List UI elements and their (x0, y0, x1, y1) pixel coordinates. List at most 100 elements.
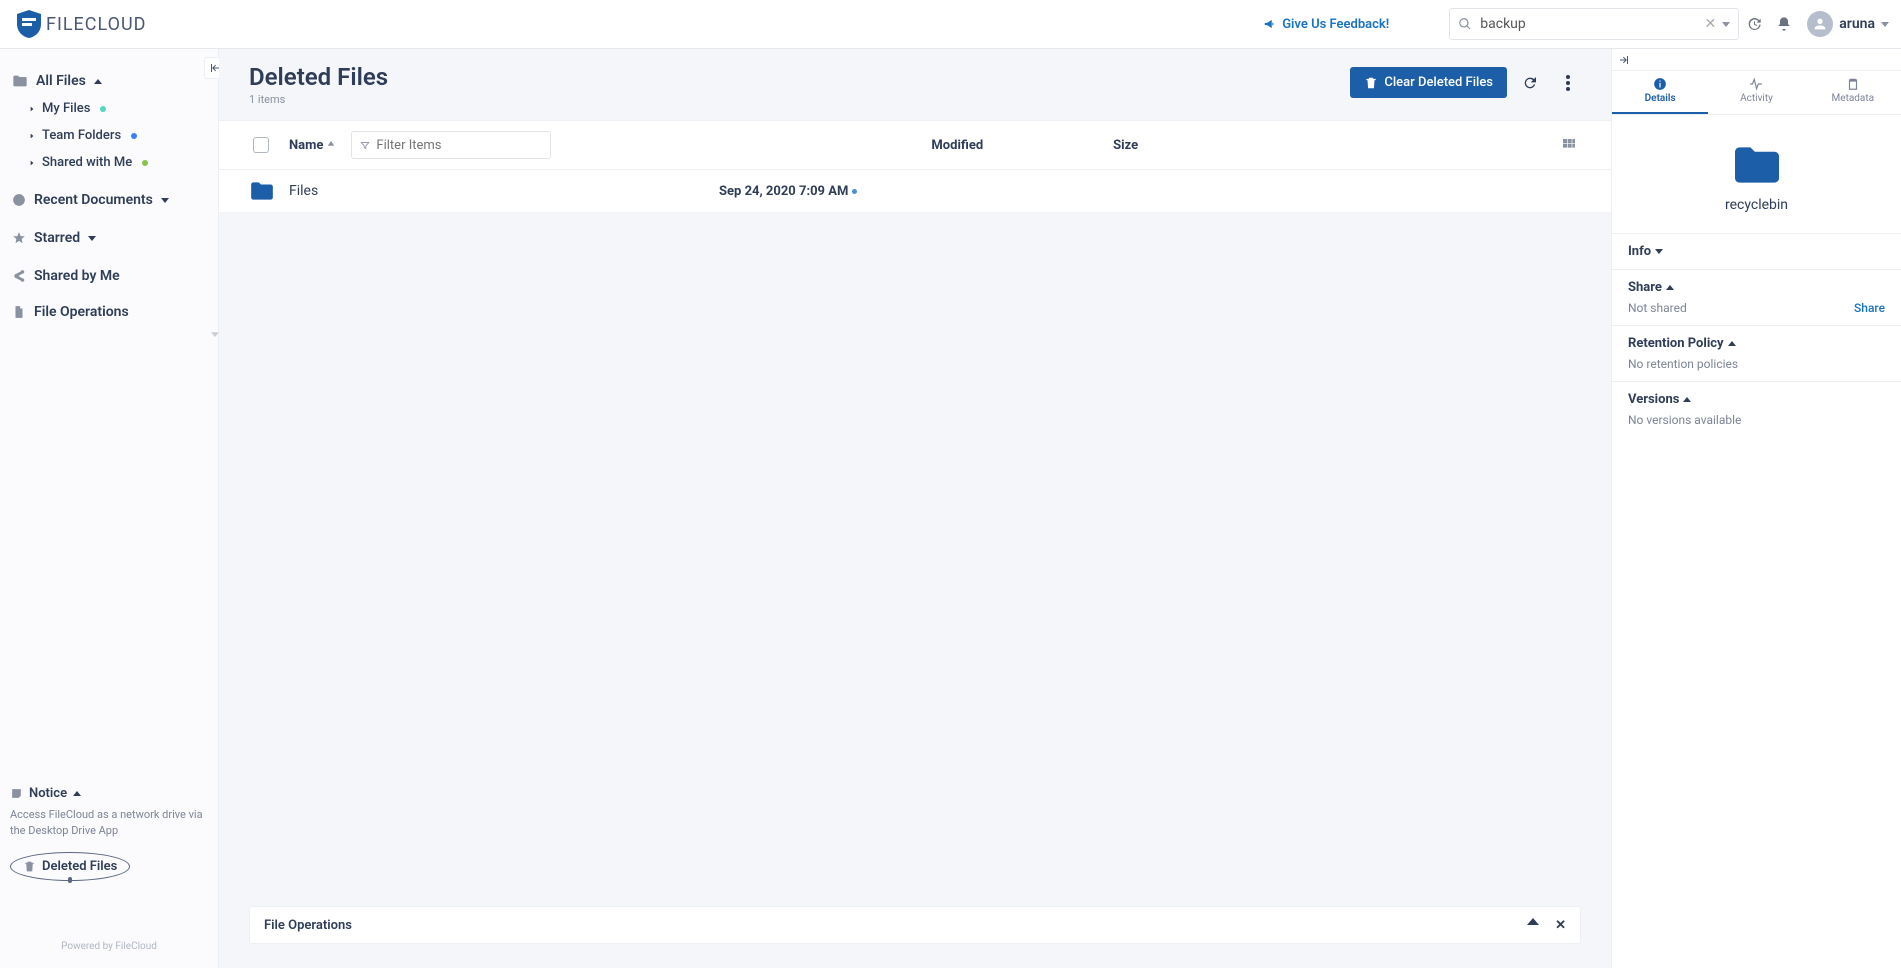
grid-view-toggle[interactable] (1561, 137, 1577, 153)
page-title: Deleted Files (249, 63, 1350, 91)
caret-down-icon (1655, 249, 1663, 254)
caret-up-icon (94, 79, 102, 84)
close-icon[interactable]: ✕ (1555, 918, 1566, 933)
sidebar-file-operations[interactable]: File Operations (10, 298, 206, 326)
feedback-link[interactable]: Give Us Feedback! (1263, 17, 1389, 32)
refresh-icon (1522, 75, 1538, 91)
refresh-button[interactable] (1515, 68, 1545, 98)
person-icon (1812, 16, 1828, 32)
row-modified: Sep 24, 2020 7:09 AM (719, 184, 857, 199)
search-icon (1458, 17, 1472, 31)
logo-text: FILECLOUD (46, 14, 146, 35)
more-options-button[interactable] (1553, 68, 1583, 98)
powered-by: Powered by FileCloud (10, 941, 208, 952)
collapse-right-icon (1618, 54, 1630, 66)
column-size[interactable]: Size (1113, 138, 1138, 153)
list-row[interactable]: Files Sep 24, 2020 7:09 AM (219, 170, 1611, 213)
search-clear-icon[interactable]: ✕ (1705, 16, 1717, 32)
sidebar: All Files My Files Team Folders Shared w… (0, 49, 219, 968)
tab-activity[interactable]: Activity (1708, 71, 1804, 114)
trash-icon (1364, 76, 1378, 90)
status-dot-icon (100, 106, 106, 112)
filter-icon (360, 139, 370, 152)
status-dot-icon (131, 133, 137, 139)
row-name: Files (289, 183, 719, 199)
chevron-down-icon (1881, 22, 1889, 27)
tab-metadata[interactable]: Metadata (1805, 71, 1901, 114)
search-history-icon (1746, 16, 1762, 32)
filter-input[interactable] (376, 138, 542, 153)
filter-box[interactable] (351, 131, 551, 159)
caret-up-icon (1683, 397, 1691, 402)
list-header: Name Modified Size (219, 121, 1611, 170)
sort-asc-icon (327, 141, 335, 149)
clear-deleted-button[interactable]: Clear Deleted Files (1350, 67, 1507, 98)
retention-status: No retention policies (1628, 357, 1738, 371)
column-name[interactable]: Name (289, 138, 335, 153)
search-dropdown-icon[interactable] (1722, 22, 1730, 27)
sidebar-all-files[interactable]: All Files (10, 67, 206, 95)
details-share-toggle[interactable]: Share (1628, 280, 1885, 295)
caret-up-icon (73, 791, 81, 796)
share-icon (12, 269, 26, 283)
caret-down-icon (161, 198, 169, 203)
scroll-indicator-icon (211, 329, 219, 337)
caret-down-icon (88, 236, 96, 241)
kebab-icon (1566, 75, 1570, 91)
share-status: Not shared (1628, 301, 1687, 315)
share-action-link[interactable]: Share (1854, 301, 1885, 315)
sidebar-recent[interactable]: Recent Documents (10, 186, 206, 214)
expand-icon[interactable] (1527, 918, 1539, 925)
note-icon (10, 787, 23, 800)
details-retention-toggle[interactable]: Retention Policy (1628, 336, 1885, 351)
search-box[interactable]: ✕ (1449, 8, 1739, 40)
grid-icon (1561, 137, 1577, 153)
star-icon (12, 231, 26, 245)
user-menu[interactable]: aruna (1807, 11, 1889, 37)
new-indicator-icon (852, 189, 857, 194)
logo-shield-icon (16, 9, 42, 39)
details-folder-name: recyclebin (1725, 197, 1788, 213)
versions-status: No versions available (1628, 413, 1741, 427)
bell-icon (1776, 16, 1792, 32)
caret-up-icon (1728, 341, 1736, 346)
item-count: 1 items (249, 93, 1350, 106)
details-collapse-button[interactable] (1612, 49, 1901, 71)
sidebar-notice[interactable]: Notice (10, 786, 208, 801)
chevron-right-icon (28, 159, 36, 167)
trash-icon (23, 860, 36, 873)
search-input[interactable] (1480, 16, 1696, 32)
status-dot-icon (142, 160, 148, 166)
notifications-button[interactable] (1769, 9, 1799, 39)
chevron-right-icon (28, 132, 36, 140)
main-content: Deleted Files 1 items Clear Deleted File… (219, 49, 1611, 968)
app-header: FILECLOUD Give Us Feedback! ✕ aruna (0, 0, 1901, 49)
sidebar-shared-with-me[interactable]: Shared with Me (10, 149, 206, 176)
folder-large-icon (1730, 143, 1784, 187)
sidebar-team-folders[interactable]: Team Folders (10, 122, 206, 149)
notice-text: Access FileCloud as a network drive via … (10, 807, 208, 838)
sidebar-my-files[interactable]: My Files (10, 95, 206, 122)
activity-icon (1749, 77, 1763, 91)
select-all-checkbox[interactable] (253, 137, 269, 153)
sidebar-starred[interactable]: Starred (10, 224, 206, 252)
details-info-toggle[interactable]: Info (1628, 244, 1885, 259)
folder-icon (249, 180, 275, 202)
caret-up-icon (1666, 285, 1674, 290)
column-modified[interactable]: Modified (931, 138, 983, 153)
sidebar-deleted-files[interactable]: Deleted Files (10, 852, 130, 881)
clock-icon (12, 193, 26, 207)
folder-icon (12, 74, 28, 88)
tab-details[interactable]: Details (1612, 71, 1708, 114)
details-panel: Details Activity Metadata recyclebin Inf… (1611, 49, 1901, 968)
logo: FILECLOUD (16, 9, 146, 39)
sidebar-shared-by-me[interactable]: Shared by Me (10, 262, 206, 290)
details-versions-toggle[interactable]: Versions (1628, 392, 1885, 407)
clipboard-icon (1846, 77, 1860, 91)
search-history-button[interactable] (1739, 9, 1769, 39)
info-icon (1653, 77, 1667, 91)
chevron-right-icon (28, 105, 36, 113)
avatar (1807, 11, 1833, 37)
file-icon (12, 305, 26, 319)
file-operations-bar[interactable]: File Operations ✕ (249, 906, 1581, 944)
